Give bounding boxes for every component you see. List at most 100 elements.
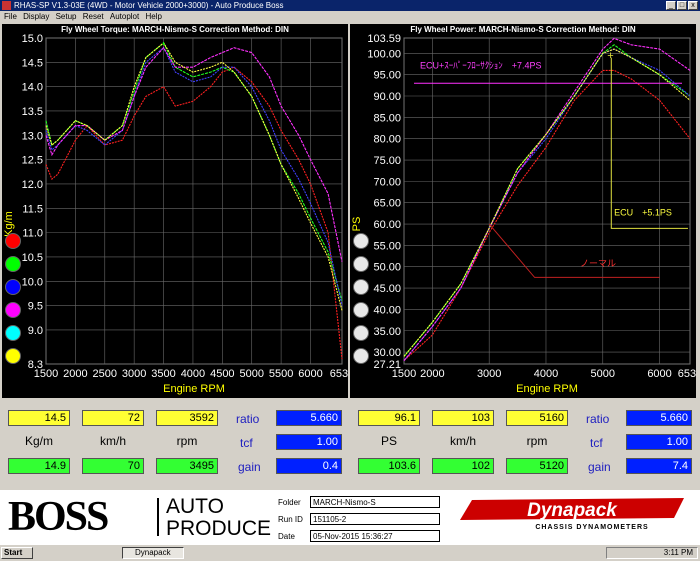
torque-chart-panel: Fly Wheel Torque: MARCH-Nismo-S Correcti… (2, 24, 348, 398)
power-chart-panel: Fly Wheel Power: MARCH-Nismo-S Correctio… (350, 24, 696, 398)
power-legend-toggle-3[interactable] (353, 302, 369, 318)
y-tick-label: 100.00 (367, 48, 401, 60)
annotation-normal: ノーマル (580, 259, 616, 269)
x-tick-label: 6000 (298, 368, 322, 380)
close-button[interactable]: x (688, 1, 698, 10)
power-tcf-box: 1.00 (626, 434, 692, 450)
y-tick-label: 70.00 (373, 176, 401, 188)
menu-reset[interactable]: Reset (83, 12, 104, 21)
x-axis-label: Engine RPM (516, 383, 578, 395)
legend-toggle-1[interactable] (5, 256, 21, 272)
power-legend-toggle-1[interactable] (353, 256, 369, 272)
torque-ratio-label: ratio (236, 412, 260, 426)
x-tick-label: 5000 (591, 368, 615, 380)
y-tick-label: 30.00 (373, 347, 401, 359)
runid-label: Run ID (278, 515, 303, 524)
boss-logo: BOSS (8, 494, 109, 540)
cursor-marker: + (607, 50, 613, 62)
x-tick-label: 2000 (63, 368, 87, 380)
legend-toggle-0[interactable] (5, 233, 21, 249)
taskbar-task-dynapack[interactable]: Dynapack (122, 547, 184, 559)
start-button[interactable]: Start (1, 547, 33, 559)
power-legend-toggle-4[interactable] (353, 325, 369, 341)
y-tick-label: 50.00 (373, 262, 401, 274)
power-gain-box: 7.4 (626, 458, 692, 474)
menu-autoplot[interactable]: Autoplot (110, 12, 139, 21)
x-tick-label: 3000 (477, 368, 501, 380)
x-tick-label: 1500 (34, 368, 58, 380)
maximize-button[interactable]: □ (677, 1, 687, 10)
y-tick-label: 103.59 (367, 33, 401, 45)
date-field: 05-Nov-2015 15:36:27 (310, 530, 440, 542)
power-legend-toggle-2[interactable] (353, 279, 369, 295)
power-ratio-label: ratio (586, 412, 610, 426)
logo-divider (157, 498, 159, 536)
power-legend-toggle-0[interactable] (353, 233, 369, 249)
power-speed-unit-label: km/h (449, 434, 476, 448)
menu-display[interactable]: Display (23, 12, 49, 21)
x-tick-label: 1500 (392, 368, 416, 380)
power-gain-label: gain (588, 460, 611, 474)
legend-toggle-5[interactable] (5, 348, 21, 364)
x-tick-label: 5000 (239, 368, 263, 380)
power-rpm-box: 5160 (506, 410, 568, 426)
menu-file[interactable]: File (4, 12, 17, 21)
y-tick-label: 90.00 (373, 91, 401, 103)
power-rpm-unit-label: rpm (526, 434, 548, 448)
folder-label: Folder (278, 498, 301, 507)
torque-value-box: 14.5 (8, 410, 70, 426)
window-title: RHAS-SP V1.3-03E (4WD - Motor Vehicle 20… (14, 1, 284, 10)
dynapack-logo: Dynapack CHASSIS DYNAMOMETERS (452, 496, 690, 532)
y-tick-label: 11.0 (22, 228, 43, 240)
x-tick-label: 6536 (330, 368, 348, 380)
legend-toggle-4[interactable] (5, 325, 21, 341)
power-legend-toggle-5[interactable] (353, 348, 369, 364)
chart-header: Fly Wheel Torque: MARCH-Nismo-S Correcti… (61, 25, 289, 34)
menu-bar: File Display Setup Reset Autoplot Help (0, 11, 700, 23)
power-peak-rpm-box: 5120 (506, 458, 568, 474)
x-tick-label: 4000 (181, 368, 205, 380)
y-tick-label: 95.00 (373, 70, 401, 82)
power-unit-label: PS (380, 434, 397, 448)
y-tick-label: 10.5 (22, 252, 43, 264)
auto-produce-logo: AUTO PRODUCE (166, 495, 272, 540)
menu-setup[interactable]: Setup (56, 12, 77, 21)
chart-header: Fly Wheel Power: MARCH-Nismo-S Correctio… (410, 25, 636, 34)
y-tick-label: 45.00 (373, 283, 401, 295)
legend-toggle-2[interactable] (5, 279, 21, 295)
power-tcf-label: tcf (590, 436, 603, 450)
y-tick-label: 40.00 (373, 304, 401, 316)
power-peak-speed-box: 102 (432, 458, 494, 474)
x-tick-label: 3500 (151, 368, 175, 380)
y-axis-label: PS (351, 217, 363, 232)
power-speed-box: 103 (432, 410, 494, 426)
torque-peak-rpm-box: 3495 (156, 458, 218, 474)
torque-chart: Fly Wheel Torque: MARCH-Nismo-S Correcti… (3, 25, 348, 395)
date-label: Date (278, 532, 295, 541)
y-tick-label: 13.5 (22, 106, 43, 118)
x-axis-label: Engine RPM (163, 383, 225, 395)
legend-toggle-3[interactable] (5, 302, 21, 318)
y-tick-label: 15.0 (22, 33, 43, 45)
x-tick-label: 3000 (122, 368, 146, 380)
y-tick-label: 14.0 (22, 82, 43, 94)
plot-area (403, 37, 691, 365)
power-peak-box: 103.6 (358, 458, 420, 474)
footer-info: BOSS AUTO PRODUCE Folder MARCH-Nismo-S R… (0, 490, 700, 544)
svg-text:CHASSIS DYNAMOMETERS: CHASSIS DYNAMOMETERS (535, 524, 648, 531)
x-tick-label: 2000 (420, 368, 444, 380)
power-chart: Fly Wheel Power: MARCH-Nismo-S Correctio… (351, 25, 696, 395)
x-tick-label: 6000 (647, 368, 671, 380)
x-tick-label: 4500 (210, 368, 234, 380)
app-icon (2, 1, 11, 10)
y-tick-label: 65.00 (373, 198, 401, 210)
torque-gain-box: 0.4 (276, 458, 342, 474)
menu-help[interactable]: Help (145, 12, 161, 21)
y-tick-label: 13.0 (22, 130, 43, 142)
folder-field: MARCH-Nismo-S (310, 496, 440, 508)
annotation-ecu: ECU +5.1PS (614, 208, 672, 218)
y-tick-label: 12.5 (22, 155, 43, 167)
speed-unit-label: km/h (99, 434, 126, 448)
minimize-button[interactable]: _ (666, 1, 676, 10)
svg-text:Dynapack: Dynapack (527, 500, 618, 521)
